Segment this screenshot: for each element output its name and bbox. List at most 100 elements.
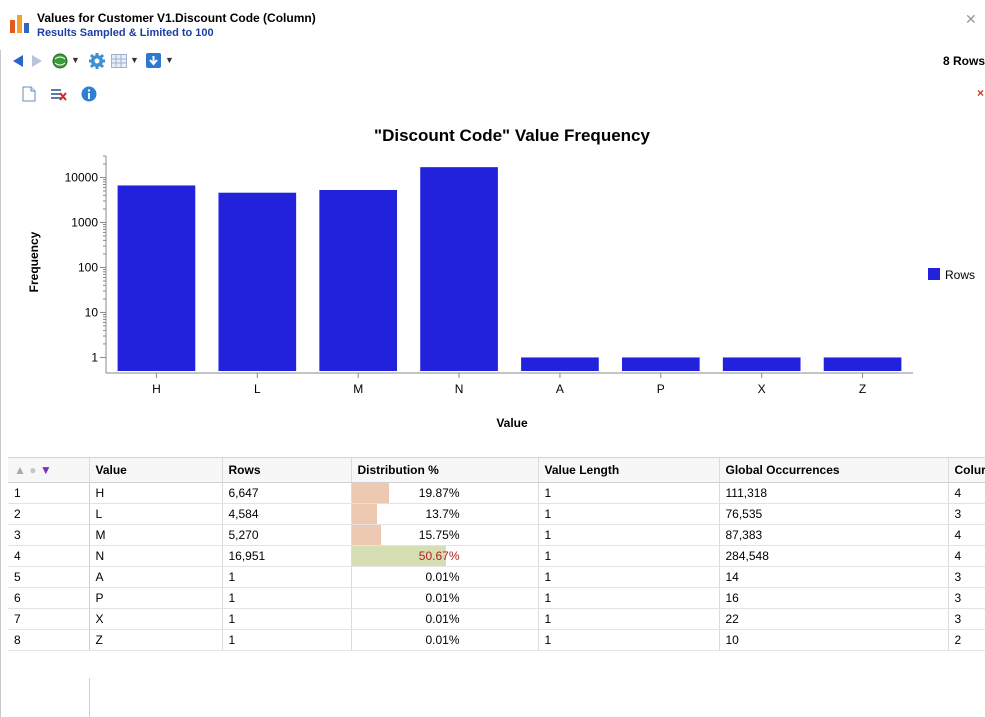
table-row[interactable]: 8 Z 1 0.01% 1 10 2 — [8, 629, 985, 651]
row-number-cell[interactable]: 5 — [8, 566, 90, 588]
chart-bar — [420, 167, 498, 371]
rows-cell[interactable]: 4,584 — [222, 503, 352, 525]
column-header-global-occurrences[interactable]: Global Occurrences — [719, 458, 949, 483]
value-cell[interactable]: H — [89, 482, 223, 504]
rows-cell[interactable]: 1 — [222, 566, 352, 588]
distribution-cell[interactable]: 50.67% — [351, 545, 539, 567]
global-occurrences-cell[interactable]: 16 — [719, 587, 949, 609]
columns-cell[interactable]: 4 — [948, 482, 985, 504]
value-length-cell[interactable]: 1 — [538, 503, 720, 525]
columns-cell[interactable]: 3 — [948, 566, 985, 588]
value-length-cell[interactable]: 1 — [538, 482, 720, 504]
value-length-cell[interactable]: 1 — [538, 629, 720, 651]
back-arrow-icon[interactable] — [12, 55, 24, 67]
table-row[interactable]: 6 P 1 0.01% 1 16 3 — [8, 587, 985, 609]
chevron-down-icon[interactable]: ▼ — [71, 55, 80, 65]
legend-label: Rows — [945, 268, 975, 282]
value-length-cell[interactable]: 1 — [538, 608, 720, 630]
column-header-value[interactable]: Value — [89, 458, 223, 483]
table-row[interactable]: 1 H 6,647 19.87% 1 111,318 4 — [8, 482, 985, 504]
table-row[interactable]: 4 N 16,951 50.67% 1 284,548 4 — [8, 545, 985, 567]
table-header-controls[interactable]: ▲ ● ▼ — [8, 458, 90, 483]
table-row[interactable]: 5 A 1 0.01% 1 14 3 — [8, 566, 985, 588]
distribution-cell[interactable]: 13.7% — [351, 503, 539, 525]
column-header-value-length[interactable]: Value Length — [538, 458, 720, 483]
x-tick-label: P — [657, 382, 665, 396]
table-header-row: ▲ ● ▼ Value Rows Distribution % Value Le… — [8, 458, 985, 483]
sort-up-icon[interactable]: ▲ — [14, 463, 26, 477]
table-row[interactable]: 2 L 4,584 13.7% 1 76,535 3 — [8, 503, 985, 525]
value-cell[interactable]: X — [89, 608, 223, 630]
rows-cell[interactable]: 6,647 — [222, 482, 352, 504]
chevron-down-icon[interactable]: ▼ — [130, 55, 139, 65]
value-cell[interactable]: M — [89, 524, 223, 546]
columns-cell[interactable]: 2 — [948, 629, 985, 651]
y-tick-label: 10000 — [65, 170, 99, 184]
rows-cell[interactable]: 1 — [222, 608, 352, 630]
value-length-cell[interactable]: 1 — [538, 587, 720, 609]
row-number-cell[interactable]: 8 — [8, 629, 90, 651]
distribution-percent: 19.87% — [418, 485, 460, 500]
value-cell[interactable]: N — [89, 545, 223, 567]
chart-bar — [117, 185, 196, 371]
chevron-down-icon[interactable]: ▼ — [165, 55, 174, 65]
columns-cell[interactable]: 3 — [948, 608, 985, 630]
chart-plot-area: 1 10 100 1000 10000 H L M N A P X Z — [65, 155, 913, 396]
value-cell[interactable]: Z — [89, 629, 223, 651]
column-header-distribution[interactable]: Distribution % — [351, 458, 539, 483]
column-header-rows[interactable]: Rows — [222, 458, 352, 483]
rows-cell[interactable]: 1 — [222, 629, 352, 651]
rows-cell[interactable]: 5,270 — [222, 524, 352, 546]
distribution-cell[interactable]: 0.01% — [351, 566, 539, 588]
value-cell[interactable]: L — [89, 503, 223, 525]
global-occurrences-cell[interactable]: 87,383 — [719, 524, 949, 546]
close-tab-icon[interactable]: ✕ — [965, 12, 979, 26]
distribution-percent: 15.75% — [418, 527, 460, 542]
row-number-cell[interactable]: 1 — [8, 482, 90, 504]
distribution-cell[interactable]: 19.87% — [351, 482, 539, 504]
table-row[interactable]: 3 M 5,270 15.75% 1 87,383 4 — [8, 524, 985, 546]
chart-bar — [521, 357, 599, 371]
table-row[interactable]: 7 X 1 0.01% 1 22 3 — [8, 608, 985, 630]
gear-icon[interactable] — [89, 53, 105, 69]
info-icon[interactable] — [81, 86, 97, 102]
row-number-cell[interactable]: 3 — [8, 524, 90, 546]
distribution-cell[interactable]: 0.01% — [351, 629, 539, 651]
row-number-cell[interactable]: 7 — [8, 608, 90, 630]
value-cell[interactable]: P — [89, 587, 223, 609]
column-header-columns[interactable]: Colur — [948, 458, 985, 483]
global-occurrences-cell[interactable]: 76,535 — [719, 503, 949, 525]
row-number-cell[interactable]: 2 — [8, 503, 90, 525]
row-number-cell[interactable]: 6 — [8, 587, 90, 609]
new-document-icon[interactable] — [22, 86, 36, 102]
global-occurrences-cell[interactable]: 284,548 — [719, 545, 949, 567]
global-occurrences-cell[interactable]: 111,318 — [719, 482, 949, 504]
global-occurrences-cell[interactable]: 10 — [719, 629, 949, 651]
rows-cell[interactable]: 1 — [222, 587, 352, 609]
value-length-cell[interactable]: 1 — [538, 566, 720, 588]
filter-icon[interactable]: ▼ — [40, 463, 52, 477]
rows-cell[interactable]: 16,951 — [222, 545, 352, 567]
chart-bar — [722, 357, 801, 371]
grid-icon[interactable] — [111, 54, 127, 68]
close-panel-icon[interactable]: × — [977, 86, 984, 100]
value-length-cell[interactable]: 1 — [538, 545, 720, 567]
delete-list-icon[interactable] — [51, 88, 67, 101]
distribution-cell[interactable]: 15.75% — [351, 524, 539, 546]
global-occurrences-cell[interactable]: 22 — [719, 608, 949, 630]
columns-cell[interactable]: 3 — [948, 503, 985, 525]
global-occurrences-cell[interactable]: 14 — [719, 566, 949, 588]
row-number-cell[interactable]: 4 — [8, 545, 90, 567]
globe-icon[interactable] — [52, 53, 68, 69]
distribution-cell[interactable]: 0.01% — [351, 587, 539, 609]
distribution-percent: 0.01% — [425, 611, 460, 626]
value-length-cell[interactable]: 1 — [538, 524, 720, 546]
value-cell[interactable]: A — [89, 566, 223, 588]
columns-cell[interactable]: 4 — [948, 524, 985, 546]
circle-icon[interactable]: ● — [29, 463, 36, 477]
export-icon[interactable] — [146, 53, 161, 68]
columns-cell[interactable]: 3 — [948, 587, 985, 609]
distribution-cell[interactable]: 0.01% — [351, 608, 539, 630]
columns-cell[interactable]: 4 — [948, 545, 985, 567]
x-tick-label: X — [758, 382, 766, 396]
